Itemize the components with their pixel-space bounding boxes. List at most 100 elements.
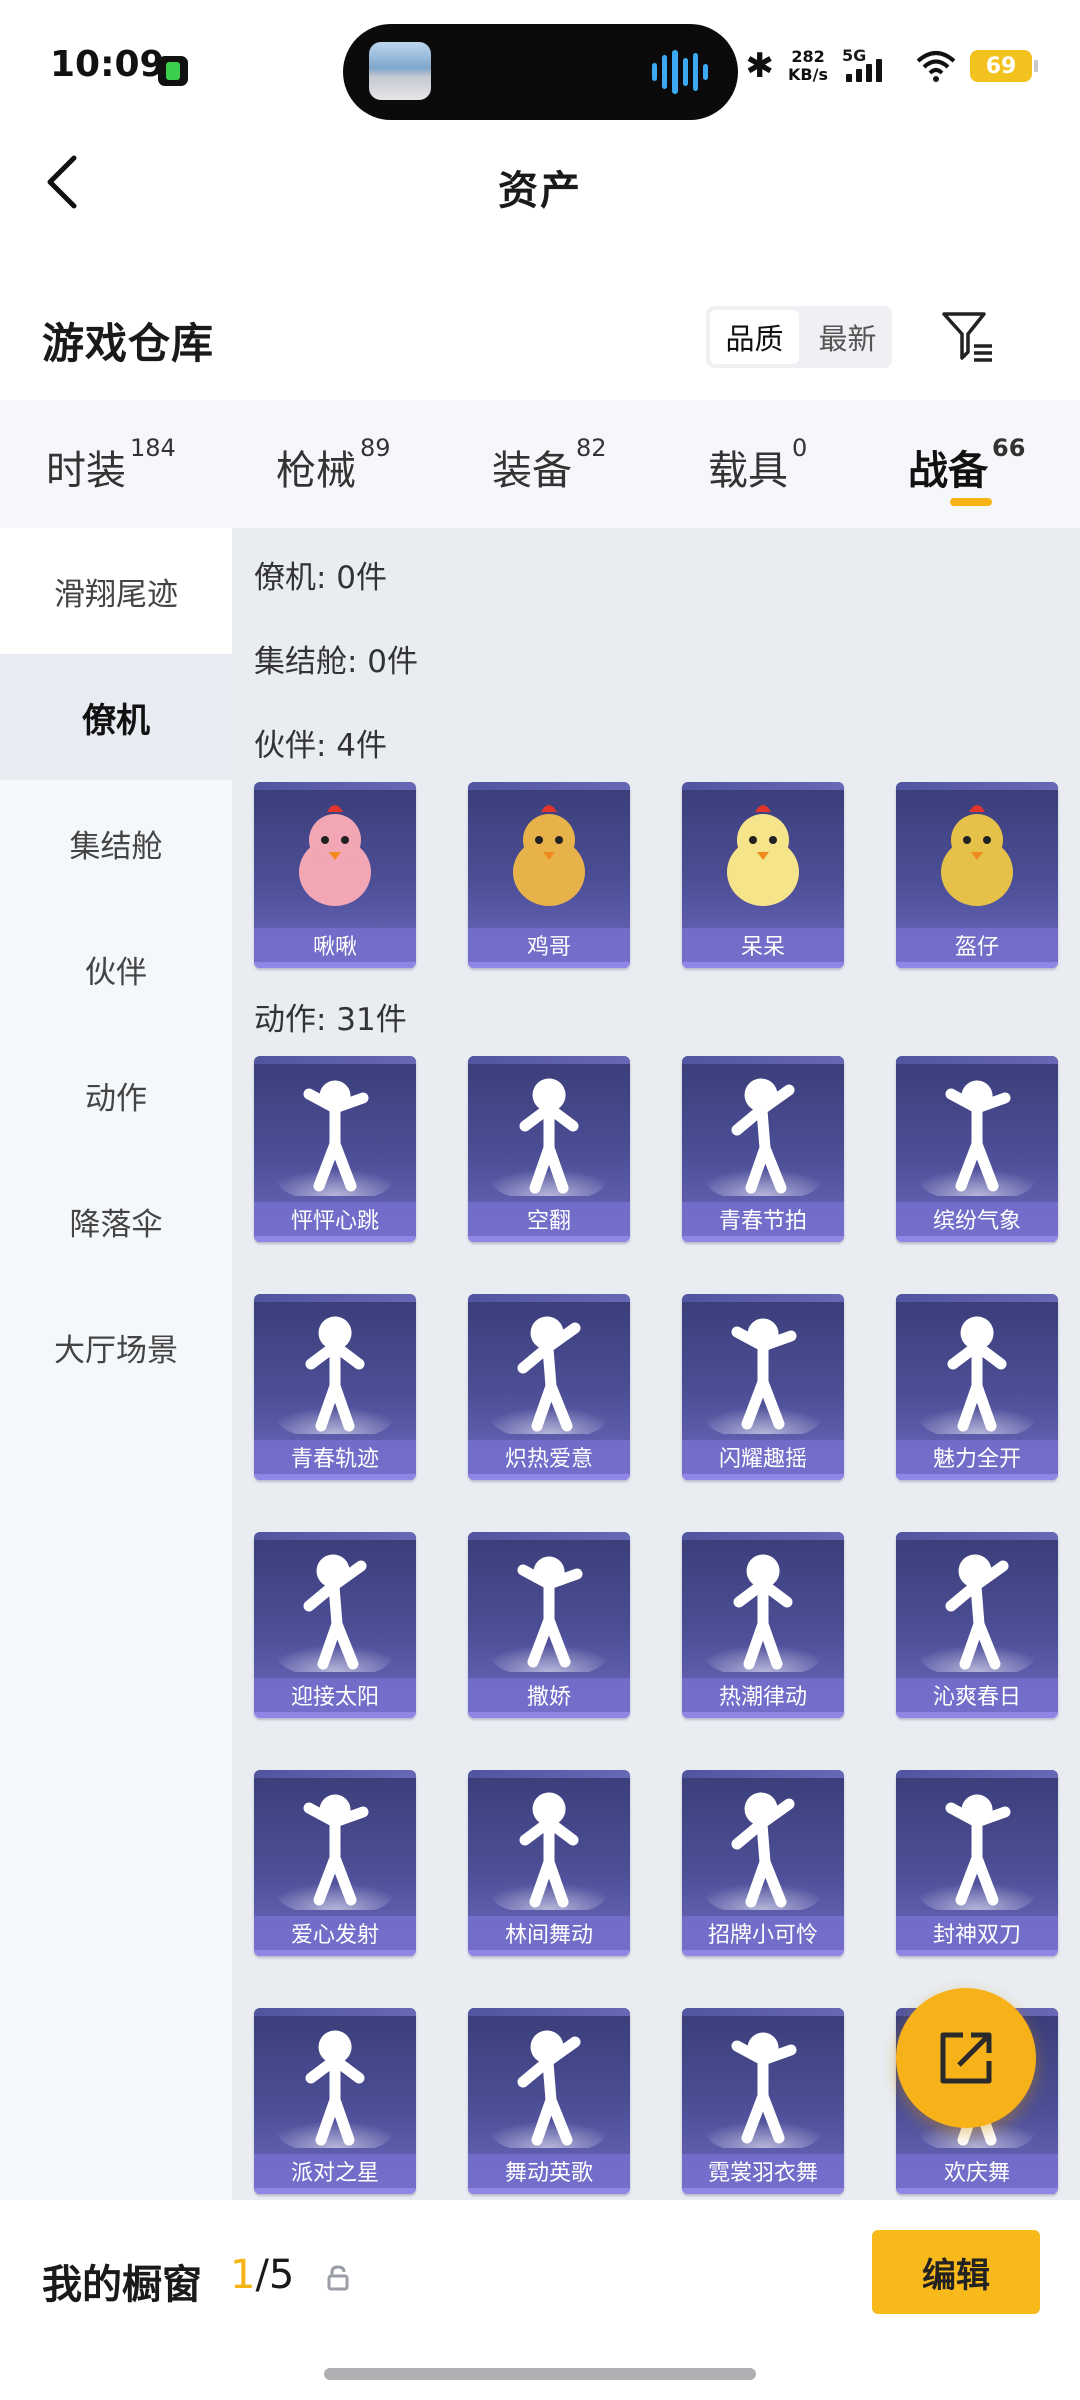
emote-card[interactable]: 炽热爱意 (468, 1294, 630, 1480)
tab-guns[interactable]: 枪械 89 (276, 434, 391, 496)
sort-newest-button[interactable]: 最新 (803, 306, 892, 368)
sidebar: 滑翔尾迹 僚机 集结舱 伙伴 动作 降落伞 大厅场景 (0, 528, 232, 2200)
warehouse-title: 游戏仓库 (42, 319, 215, 368)
group-label-emote: 动作: 31件 (254, 1002, 407, 1038)
rarity-strip (468, 1236, 630, 1242)
rarity-strip (468, 962, 630, 968)
tab-fashion[interactable]: 时装 184 (46, 434, 176, 496)
battery-icon: 69 (970, 50, 1038, 82)
emote-card[interactable]: 林间舞动 (468, 1770, 630, 1956)
emote-card[interactable]: 空翻 (468, 1056, 630, 1242)
emote-card[interactable]: 封神双刀 (896, 1770, 1058, 1956)
emote-pose-artwork (705, 1318, 821, 1434)
emote-card[interactable]: 青春轨迹 (254, 1294, 416, 1480)
sidebar-item-capsule[interactable]: 集结舱 (0, 780, 232, 906)
emote-card[interactable]: 怦怦心跳 (254, 1056, 416, 1242)
emote-card[interactable]: 魅力全开 (896, 1294, 1058, 1480)
category-tabs: 时装 184 枪械 89 装备 82 载具 0 战备 66 (0, 400, 1080, 528)
sidebar-item-wingman[interactable]: 僚机 (0, 654, 232, 780)
item-name: 迎接太阳 (254, 1678, 416, 1712)
item-name: 爱心发射 (254, 1916, 416, 1950)
emote-card[interactable]: 派对之星 (254, 2008, 416, 2194)
sidebar-item-partner[interactable]: 伙伴 (0, 906, 232, 1032)
music-app-icon (158, 56, 188, 86)
edit-button[interactable]: 编辑 (872, 2230, 1040, 2314)
emote-card[interactable]: 沁爽春日 (896, 1532, 1058, 1718)
item-name: 霓裳羽衣舞 (682, 2154, 844, 2188)
rarity-strip (254, 962, 416, 968)
item-name: 林间舞动 (468, 1916, 630, 1950)
emote-card[interactable]: 撒娇 (468, 1532, 630, 1718)
tab-label: 战备 (908, 448, 988, 494)
tab-vehicles[interactable]: 载具 0 (708, 434, 807, 496)
partner-card[interactable]: 盔仔 (896, 782, 1058, 968)
emote-card[interactable]: 缤纷气象 (896, 1056, 1058, 1242)
home-indicator[interactable] (324, 2368, 756, 2380)
emote-pose-artwork (705, 2032, 821, 2148)
emote-pose-artwork (277, 1316, 393, 1434)
network-speed: 282 KB/s (788, 48, 828, 84)
partner-card[interactable]: 啾啾 (254, 782, 416, 968)
rarity-strip (682, 1236, 844, 1242)
item-name: 青春轨迹 (254, 1440, 416, 1474)
partner-card[interactable]: 呆呆 (682, 782, 844, 968)
rarity-strip (468, 1712, 630, 1718)
filter-button[interactable] (940, 308, 998, 366)
emote-card[interactable]: 热潮律动 (682, 1532, 844, 1718)
sidebar-item-lobby-scene[interactable]: 大厅场景 (0, 1284, 232, 1410)
partner-card[interactable]: 鸡哥 (468, 782, 630, 968)
tab-equipment[interactable]: 装备 82 (492, 434, 607, 496)
emote-pose-artwork (277, 2030, 393, 2148)
emote-card[interactable]: 霓裳羽衣舞 (682, 2008, 844, 2194)
emote-pose-artwork (491, 1556, 607, 1672)
lock-icon (327, 2265, 349, 2291)
emote-card[interactable]: 舞动英歌 (468, 2008, 630, 2194)
wifi-icon (916, 51, 956, 82)
item-name: 招牌小可怜 (682, 1916, 844, 1950)
item-name: 魅力全开 (896, 1440, 1058, 1474)
item-name: 鸡哥 (468, 928, 630, 962)
sort-toggle: 品质 最新 (706, 306, 892, 368)
emote-pose-artwork (277, 1554, 393, 1672)
rarity-strip (896, 1236, 1058, 1242)
sidebar-item-glide-trail[interactable]: 滑翔尾迹 (0, 528, 232, 654)
sort-quality-button[interactable]: 品质 (710, 310, 799, 364)
tab-label: 载具 (708, 448, 788, 494)
tab-count: 184 (130, 434, 176, 462)
rarity-strip (254, 2188, 416, 2194)
group-label-capsule: 集结舱: 0件 (254, 644, 419, 680)
emote-pose-artwork (491, 1792, 607, 1910)
item-name: 怦怦心跳 (254, 1202, 416, 1236)
rarity-strip (682, 1712, 844, 1718)
emote-card[interactable]: 爱心发射 (254, 1770, 416, 1956)
rarity-strip (468, 1474, 630, 1480)
emote-card[interactable]: 招牌小可怜 (682, 1770, 844, 1956)
emote-card[interactable]: 迎接太阳 (254, 1532, 416, 1718)
sidebar-item-parachute[interactable]: 降落伞 (0, 1158, 232, 1284)
item-name: 撒娇 (468, 1678, 630, 1712)
dynamic-island[interactable] (343, 24, 738, 120)
emote-pose-artwork (919, 1554, 1035, 1672)
emote-pose-artwork (277, 1080, 393, 1196)
showcase-title: 我的橱窗 (42, 2262, 202, 2308)
emote-card[interactable]: 青春节拍 (682, 1056, 844, 1242)
rarity-strip (468, 1950, 630, 1956)
sidebar-item-emote[interactable]: 动作 (0, 1032, 232, 1158)
emote-pose-artwork (919, 1794, 1035, 1910)
rarity-strip (468, 2188, 630, 2194)
rarity-strip (254, 1474, 416, 1480)
partner-artwork (941, 805, 1013, 906)
emote-card[interactable]: 闪耀趣摇 (682, 1294, 844, 1480)
tab-count: 66 (992, 434, 1026, 462)
tab-readiness[interactable]: 战备 66 (908, 434, 1025, 496)
cellular-signal-icon: 5G (842, 46, 902, 86)
group-label-wingman: 僚机: 0件 (254, 560, 388, 596)
share-external-icon (940, 2032, 992, 2084)
emote-pose-artwork (919, 1080, 1035, 1196)
audio-wave-icon (652, 50, 709, 94)
emote-pose-artwork (705, 1792, 821, 1910)
share-fab[interactable] (896, 1988, 1036, 2128)
rarity-strip (682, 1474, 844, 1480)
rarity-strip (682, 1950, 844, 1956)
status-time: 10:09 (50, 44, 165, 85)
